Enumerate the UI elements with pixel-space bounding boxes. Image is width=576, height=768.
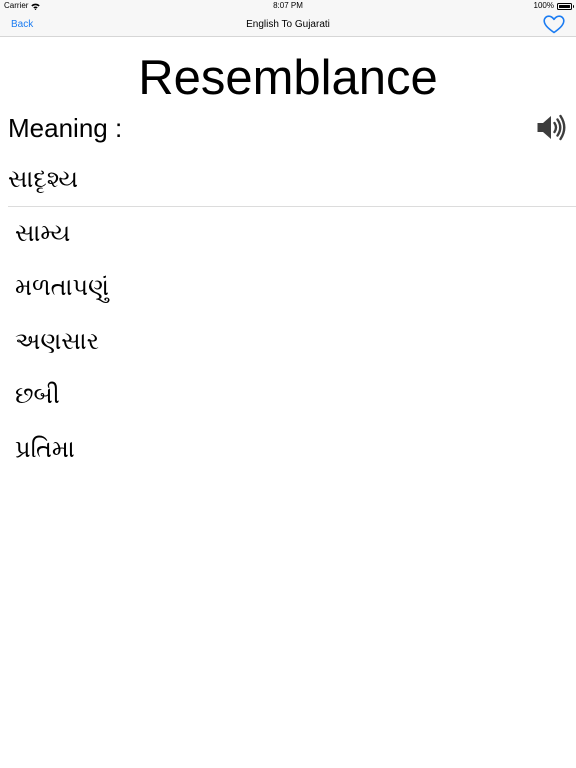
status-bar: Carrier 8:07 PM 100% — [0, 0, 576, 12]
nav-title: English To Gujarati — [246, 19, 330, 30]
word-title: Resemblance — [138, 51, 438, 105]
battery-percent: 100% — [533, 1, 554, 10]
list-item[interactable]: છબી — [0, 369, 576, 423]
meaning-list: સામ્ય મળતાપણું અણસાર છબી પ્રતિમા — [0, 207, 576, 477]
meaning-label: Meaning : — [8, 113, 123, 143]
battery-fill — [559, 4, 570, 8]
list-item[interactable]: પ્રતિમા — [0, 423, 576, 477]
navigation-bar: Back English To Gujarati — [0, 12, 576, 37]
status-time: 8:07 PM — [273, 1, 303, 10]
heart-icon[interactable] — [543, 15, 565, 34]
list-item[interactable]: મળતાપણું — [0, 261, 576, 315]
list-item[interactable]: સામ્ય — [0, 207, 576, 261]
list-item[interactable]: અણસાર — [0, 315, 576, 369]
primary-meaning: સાદૃશ્ય — [8, 166, 79, 193]
battery-icon — [557, 2, 574, 10]
speaker-icon[interactable] — [536, 113, 567, 142]
status-right: 100% — [533, 0, 574, 12]
